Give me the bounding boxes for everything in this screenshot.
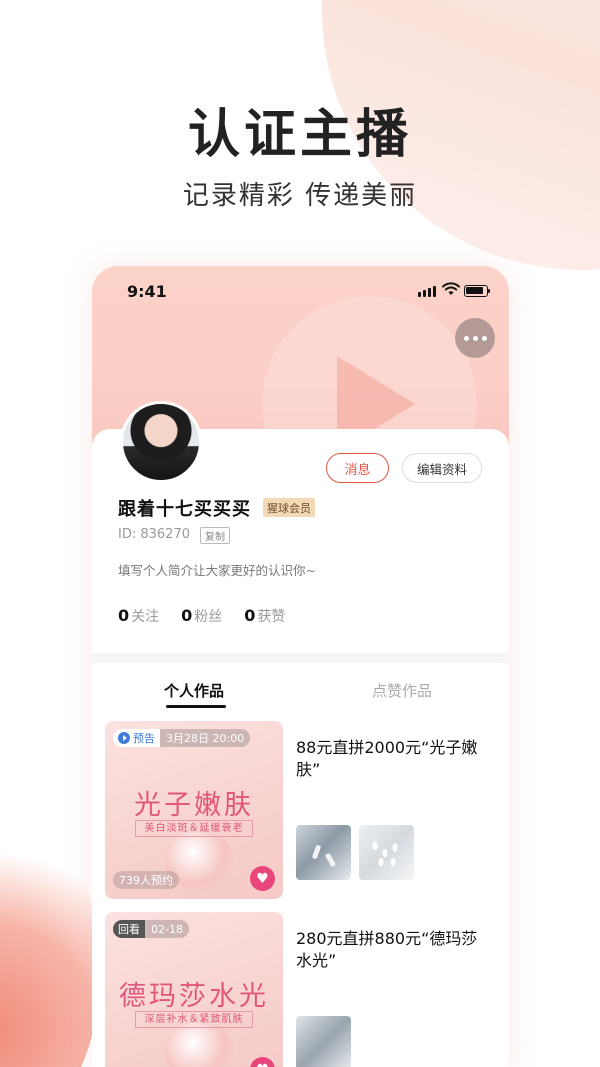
product-image[interactable] — [296, 1016, 351, 1067]
subline: 记录精彩 传递美丽 — [182, 181, 418, 211]
thumbnail-subtitle: 美白淡斑＆延缓衰老 — [135, 820, 253, 837]
product-image[interactable] — [359, 825, 414, 880]
product-image[interactable] — [296, 825, 351, 880]
thumbnail-decoration — [165, 1022, 235, 1067]
reservation-count: 739人预约 — [113, 871, 179, 889]
message-button[interactable]: 消息 — [326, 453, 389, 483]
more-options-button[interactable] — [455, 318, 495, 358]
status-time: 9:41 — [127, 282, 167, 301]
user-name: 跟着十七买买买 — [118, 499, 251, 520]
bio-text[interactable]: 填写个人简介让大家更好的认识你~ — [118, 560, 316, 579]
profile-stats: 0 关注 0 粉丝 0 获赞 — [118, 606, 285, 626]
signal-icon — [418, 286, 436, 297]
thumbnail-title: 光子嫩肤 — [134, 790, 254, 821]
wifi-icon — [442, 282, 460, 295]
thumbnail-title: 德玛莎水光 — [119, 981, 269, 1012]
member-badge: 猩球会员 — [263, 498, 315, 517]
dot-icon — [463, 335, 469, 341]
stat-following[interactable]: 0 关注 — [118, 606, 159, 626]
status-tag: 回看 02-18 — [113, 920, 189, 938]
promo-screen: 认证主播 记录精彩 传递美丽 9:41 消息 编辑资料 跟着十七买买买 猩球会员… — [0, 0, 600, 1067]
stat-followers[interactable]: 0 粉丝 — [181, 606, 222, 626]
avatar[interactable] — [120, 401, 202, 483]
item-thumbnail[interactable]: 回看 02-18 德玛莎水光 深层补水＆紧致肌肤 ♥ — [105, 912, 283, 1067]
heart-icon[interactable]: ♥ — [250, 1057, 275, 1067]
item-thumbnail[interactable]: 预告 3月28日 20:00 光子嫩肤 美白淡斑＆延缓衰老 739人预约 ♥ — [105, 721, 283, 899]
tab-works[interactable]: 个人作品 — [164, 680, 224, 701]
section-divider — [92, 653, 509, 663]
copy-id-button[interactable]: 复制 — [200, 527, 230, 544]
edit-profile-button[interactable]: 编辑资料 — [402, 453, 482, 483]
phone-mockup: 9:41 消息 编辑资料 跟着十七买买买 猩球会员 ID: 836270 复制 … — [92, 266, 509, 1067]
battery-icon — [464, 285, 490, 297]
thumbnail-subtitle: 深层补水＆紧致肌肤 — [135, 1011, 253, 1028]
tab-liked[interactable]: 点赞作品 — [372, 680, 432, 701]
stat-likes[interactable]: 0 获赞 — [244, 606, 285, 626]
user-id: ID: 836270 — [118, 527, 190, 542]
list-item[interactable]: 预告 3月28日 20:00 光子嫩肤 美白淡斑＆延缓衰老 739人预约 ♥ 8… — [105, 721, 495, 901]
dot-icon — [472, 335, 478, 341]
active-tab-indicator — [166, 705, 226, 708]
item-title: 88元直拼2000元“光子嫩肤” — [296, 738, 478, 779]
heart-icon[interactable]: ♥ — [250, 866, 275, 891]
item-title: 280元直拼880元“德玛莎水光” — [296, 929, 478, 970]
headline: 认证主播 — [187, 105, 412, 165]
dot-icon — [481, 335, 487, 341]
background-glow — [0, 820, 100, 1067]
list-item[interactable]: 回看 02-18 德玛莎水光 深层补水＆紧致肌肤 ♥ 280元直拼880元“德玛… — [105, 912, 495, 1067]
status-bar: 9:41 — [92, 266, 509, 318]
status-tag: 预告 3月28日 20:00 — [113, 729, 251, 747]
play-icon — [118, 732, 130, 744]
